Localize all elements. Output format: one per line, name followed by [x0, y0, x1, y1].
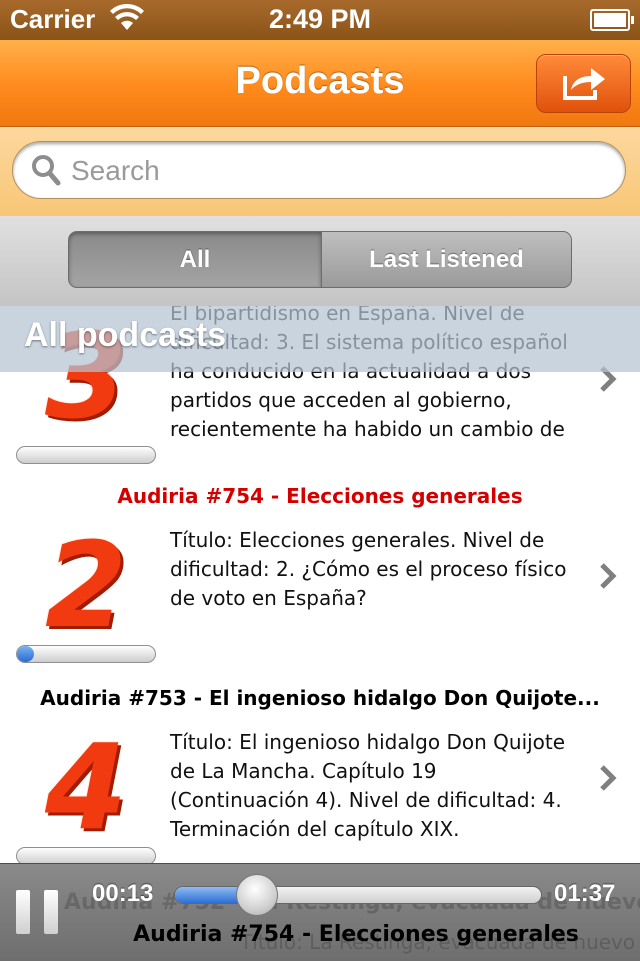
progress-bar — [16, 446, 156, 464]
status-bar: Carrier 2:49 PM — [0, 0, 640, 40]
section-header: All podcasts — [0, 306, 640, 372]
search-input[interactable]: Search — [12, 141, 626, 199]
elapsed-time: 00:13 — [92, 880, 154, 907]
total-time: 01:37 — [554, 880, 616, 907]
segment-all[interactable]: All — [68, 231, 322, 288]
filter-bar: All Last Listened — [0, 216, 640, 306]
search-placeholder: Search — [71, 155, 160, 186]
seek-thumb[interactable] — [235, 874, 278, 916]
list-item[interactable]: Audiria #754 - Elecciones generales 2 Tí… — [0, 472, 640, 675]
level-badge: 4 — [16, 726, 156, 848]
progress-bar — [16, 847, 156, 863]
podcast-list[interactable]: 3 El bipartidismo en España. Nivel de di… — [0, 306, 640, 863]
nav-bar: Podcasts — [0, 40, 640, 127]
section-header-label: All podcasts — [24, 316, 227, 354]
chevron-right-icon — [600, 563, 617, 589]
search-bar: Search — [0, 127, 640, 217]
share-arrow-icon — [563, 68, 605, 100]
share-button[interactable] — [536, 54, 631, 113]
podcast-description: Título: El ingenioso hidalgo Don Quijote… — [170, 730, 566, 841]
podcast-description: Título: Elecciones generales. Nivel de d… — [170, 528, 567, 610]
level-number: 4 — [44, 718, 128, 856]
seek-slider[interactable] — [174, 886, 542, 904]
now-playing-title: Audiria #754 - Elecciones generales — [133, 922, 579, 947]
level-number: 2 — [44, 516, 128, 654]
list-item[interactable]: Audiria #753 - El ingenioso hidalgo Don … — [0, 674, 640, 863]
progress-bar — [16, 645, 156, 663]
podcast-title: Audiria #754 - Elecciones generales — [117, 484, 523, 508]
audio-player: Audiria #752 - La Restinga, evacuada de … — [0, 863, 640, 961]
status-time: 2:49 PM — [268, 4, 372, 34]
search-icon — [32, 155, 61, 186]
battery-icon — [590, 9, 634, 31]
segment-last-listened[interactable]: Last Listened — [321, 231, 572, 288]
chevron-right-icon — [600, 765, 617, 791]
level-badge: 2 — [16, 524, 156, 646]
podcast-title: Audiria #753 - El ingenioso hidalgo Don … — [40, 686, 600, 710]
